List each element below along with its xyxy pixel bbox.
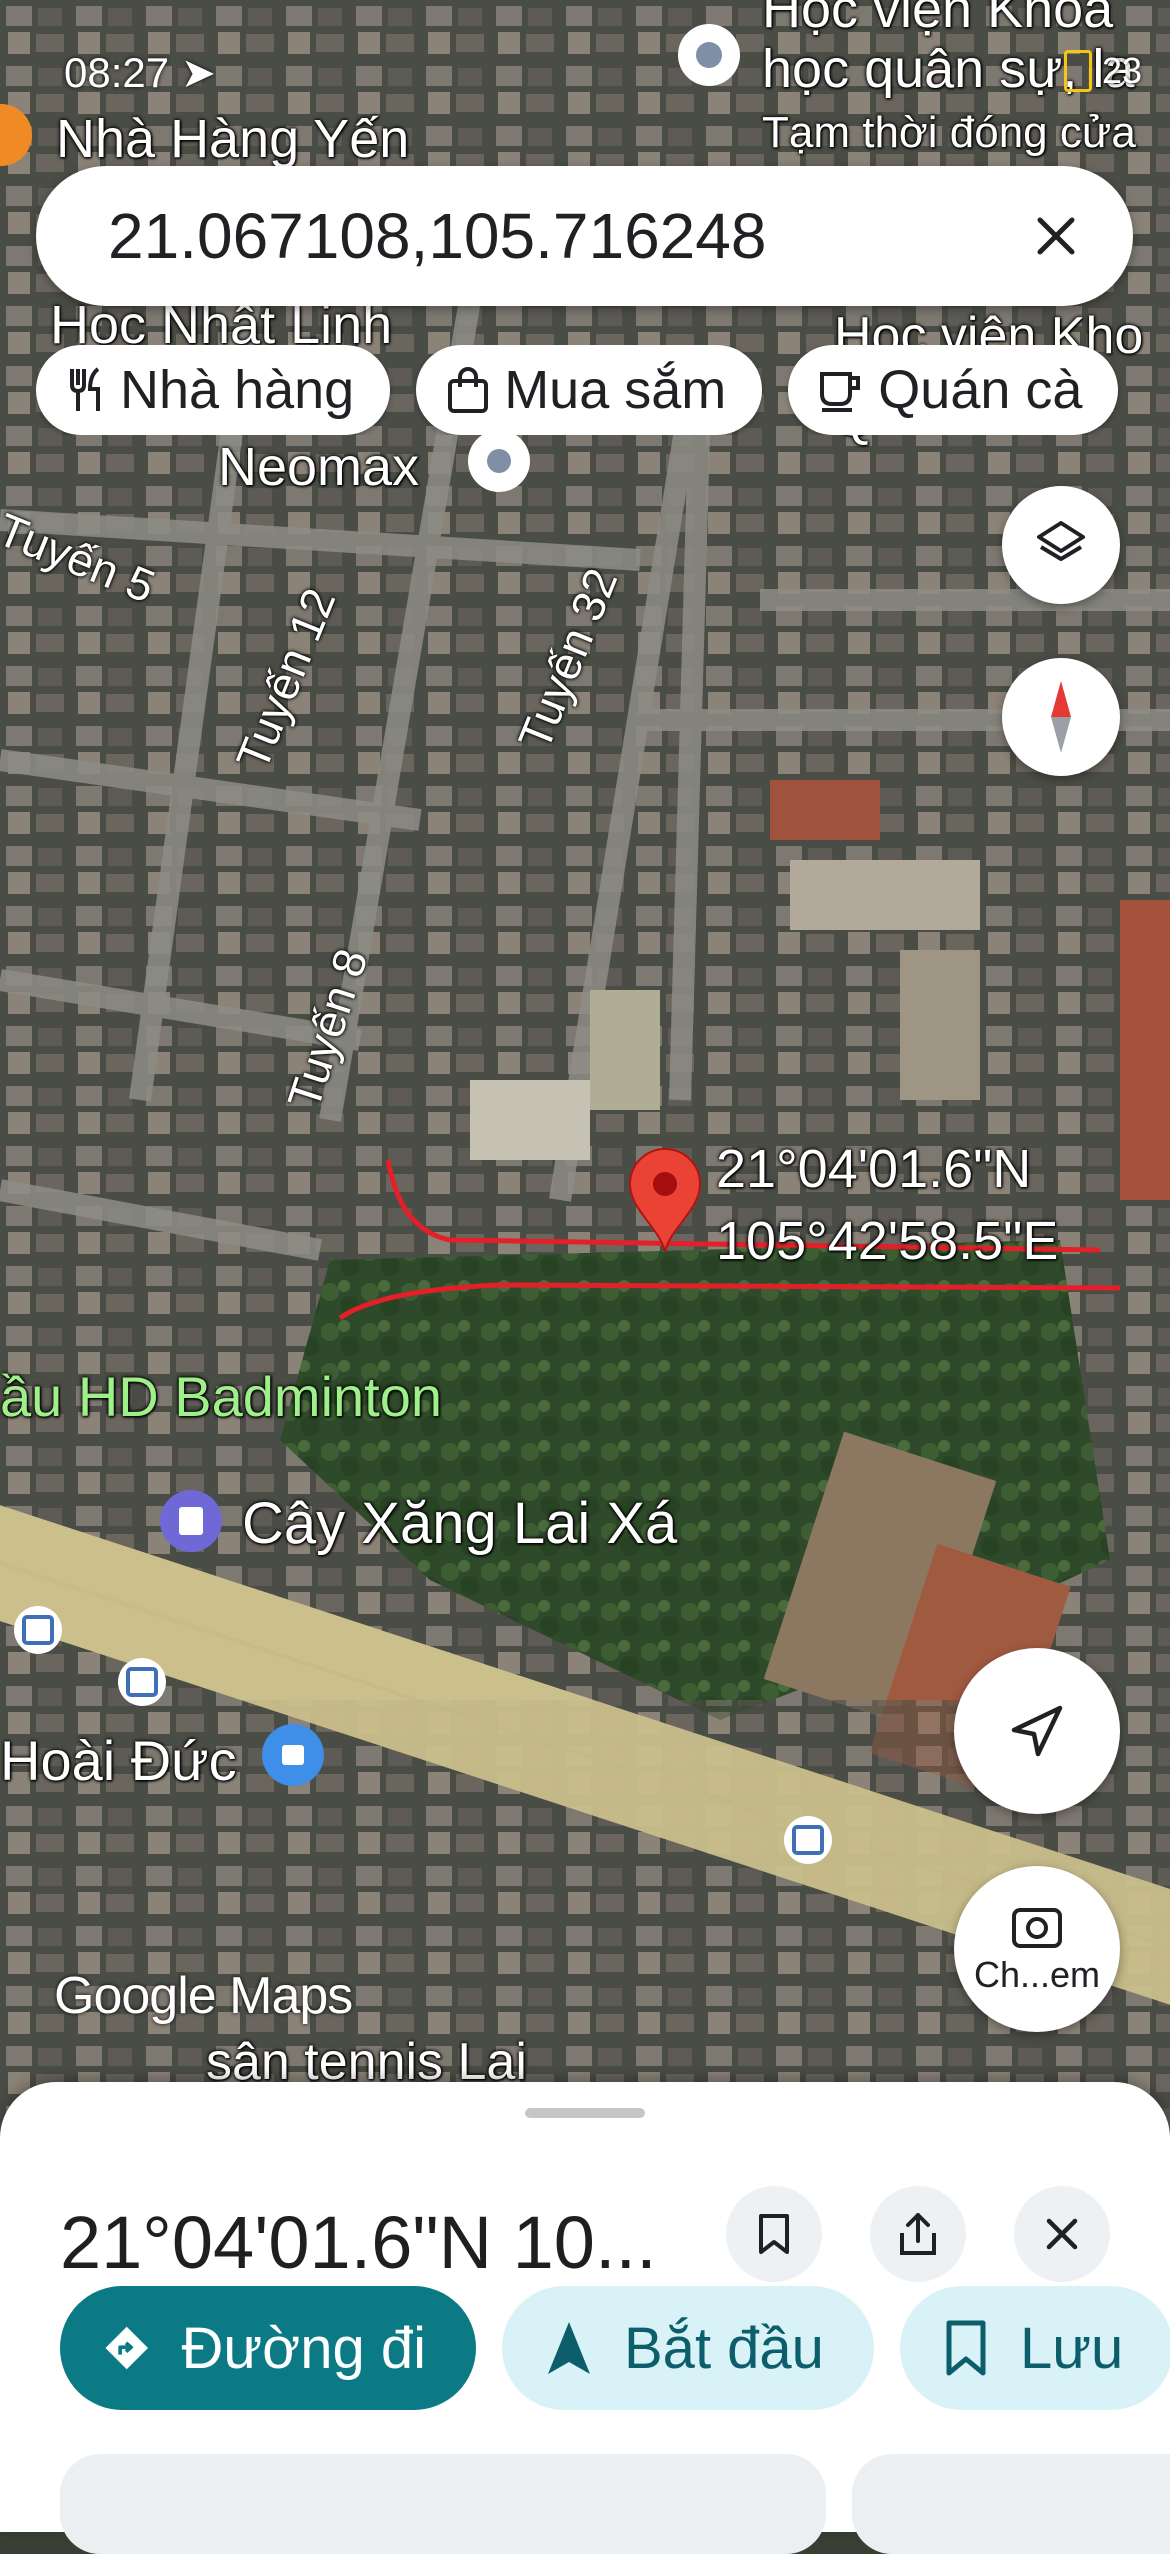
chip-coffee[interactable]: Quán cà [788,345,1119,435]
location-arrow-icon: ➤ [180,49,216,96]
search-bar[interactable]: 21.067108,105.716248 [36,166,1133,306]
compass-icon [1051,681,1071,753]
bookmark-icon [759,2214,789,2254]
start-label: Bắt đầu [624,2315,824,2381]
poi-status-closed: Tạm thời đóng cửa [762,108,1136,157]
dropped-pin-icon[interactable] [628,1148,702,1254]
gas-pump-icon [179,1507,203,1535]
clock-text: 08:27 [64,49,170,96]
sheet-actions: Đường đi Bắt đầu Lưu [60,2286,1170,2410]
save-bookmark-button[interactable] [726,2186,822,2282]
chip-label: Nhà hàng [120,360,355,420]
google-maps-watermark: Google Maps [54,1967,353,2025]
place-bottom-sheet[interactable]: 21°04'01.6"N 10... Đường đi Bắt đầu Lưu [0,2082,1170,2554]
share-icon [900,2213,936,2255]
navigation-arrow-icon [548,2322,590,2374]
my-location-icon [1011,1705,1063,1757]
close-sheet-button[interactable] [1014,2186,1110,2282]
directions-label: Đường đi [181,2315,426,2381]
status-indicators: 23 [1063,50,1142,92]
lock-icon [282,1745,304,1765]
government-pin[interactable] [262,1724,324,1786]
coffee-icon [820,372,861,412]
category-chips: Nhà hàng Mua sắm Quán cà [36,345,1170,435]
start-navigation-button[interactable]: Bắt đầu [502,2286,874,2410]
shopping-bag-icon [448,367,489,413]
poi-academy-pin[interactable] [678,24,740,86]
close-icon [1037,217,1075,255]
poi-label-neomax[interactable]: Neomax [218,436,419,498]
pin-longitude-label: 105°42'58.5"E [716,1211,1059,1271]
chip-label: Mua sắm [504,360,727,420]
sheet-drag-handle[interactable] [525,2108,645,2118]
chip-label: Quán cà [878,360,1083,420]
status-right-text: 23 [1101,50,1142,91]
location-dot-icon [487,449,511,473]
pin-latitude-label: 21°04'01.6"N [716,1139,1032,1199]
bus-stop-pin-3[interactable] [784,1816,832,1864]
location-dot-icon [696,42,722,68]
camera-button-label: Ch...em [973,1954,1101,1995]
bus-stop-pin-2[interactable] [118,1658,166,1706]
layers-icon [1037,521,1085,561]
poi-label-academy[interactable]: Học viện Khoa [762,0,1113,40]
neomax-pin[interactable] [468,430,530,492]
poi-label-restaurant[interactable]: Nhà Hàng Yến [56,108,409,170]
save-button[interactable]: Lưu [899,2286,1170,2410]
close-icon [1046,2218,1078,2250]
info-card[interactable] [60,2454,826,2554]
layers-button[interactable] [1002,486,1120,604]
compass-button[interactable] [1002,658,1120,776]
bookmark-icon [946,2320,986,2376]
chip-shopping[interactable]: Mua sắm [416,345,763,435]
search-input[interactable]: 21.067108,105.716248 [108,199,1011,273]
bus-icon [22,1615,54,1645]
chip-restaurants[interactable]: Nhà hàng [36,345,391,435]
camera-search-button[interactable]: Ch...em [954,1866,1120,2032]
directions-icon [105,2326,149,2370]
bus-stop-pin-1[interactable] [14,1606,62,1654]
poi-label-hoai-duc[interactable]: Hoài Đức [0,1728,237,1793]
restaurant-icon [70,367,100,411]
place-title: 21°04'01.6"N 10... [60,2201,657,2284]
bus-icon [126,1667,158,1697]
poi-label-gas-station[interactable]: Cây Xăng Lai Xá [242,1490,677,1557]
clear-search-button[interactable] [1011,191,1101,281]
directions-button[interactable]: Đường đi [60,2286,476,2410]
info-card[interactable] [852,2454,1170,2554]
status-time: 08:27 ➤ [64,48,216,97]
share-button[interactable] [870,2186,966,2282]
bus-icon [792,1825,824,1855]
poi-label-badminton[interactable]: ầu HD Badminton [0,1364,442,1429]
gas-station-pin[interactable] [160,1490,222,1552]
my-location-button[interactable] [954,1648,1120,1814]
battery-icon [1063,50,1092,92]
camera-icon [1012,1908,1062,1948]
save-label: Lưu [1019,2315,1124,2381]
